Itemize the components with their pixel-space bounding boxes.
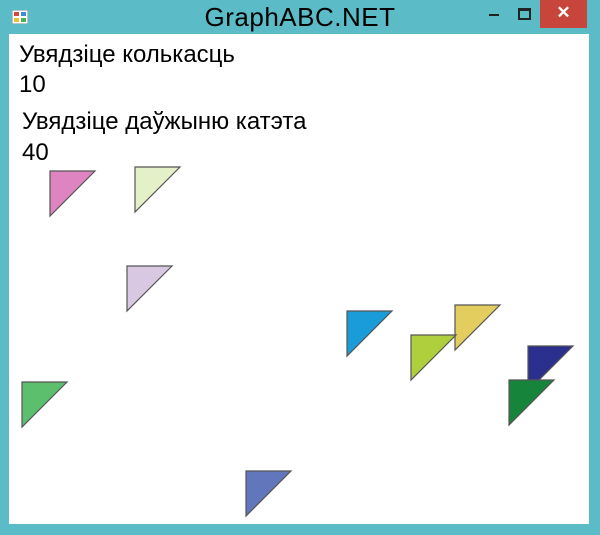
close-button[interactable]: ✕ bbox=[540, 0, 587, 28]
maximize-button[interactable] bbox=[510, 0, 538, 28]
triangle bbox=[245, 470, 293, 518]
triangle bbox=[346, 310, 394, 358]
triangle bbox=[454, 304, 502, 352]
app-window: GraphABC.NET ✕ Увядзіце колькасць 10 Увя… bbox=[0, 0, 600, 535]
triangle bbox=[21, 381, 69, 429]
maximize-icon bbox=[518, 8, 531, 20]
title-bar[interactable]: GraphABC.NET ✕ bbox=[0, 0, 600, 34]
triangle bbox=[126, 265, 174, 313]
triangles-canvas bbox=[21, 166, 575, 518]
graph-canvas-area: Увядзіце колькасць 10 Увядзіце даўжыню к… bbox=[9, 34, 589, 524]
triangle bbox=[410, 334, 458, 382]
triangle bbox=[508, 379, 556, 427]
triangle bbox=[49, 170, 97, 218]
triangle bbox=[134, 166, 182, 214]
minimize-icon bbox=[489, 14, 499, 16]
close-icon: ✕ bbox=[556, 3, 571, 22]
minimize-button[interactable] bbox=[478, 0, 510, 28]
